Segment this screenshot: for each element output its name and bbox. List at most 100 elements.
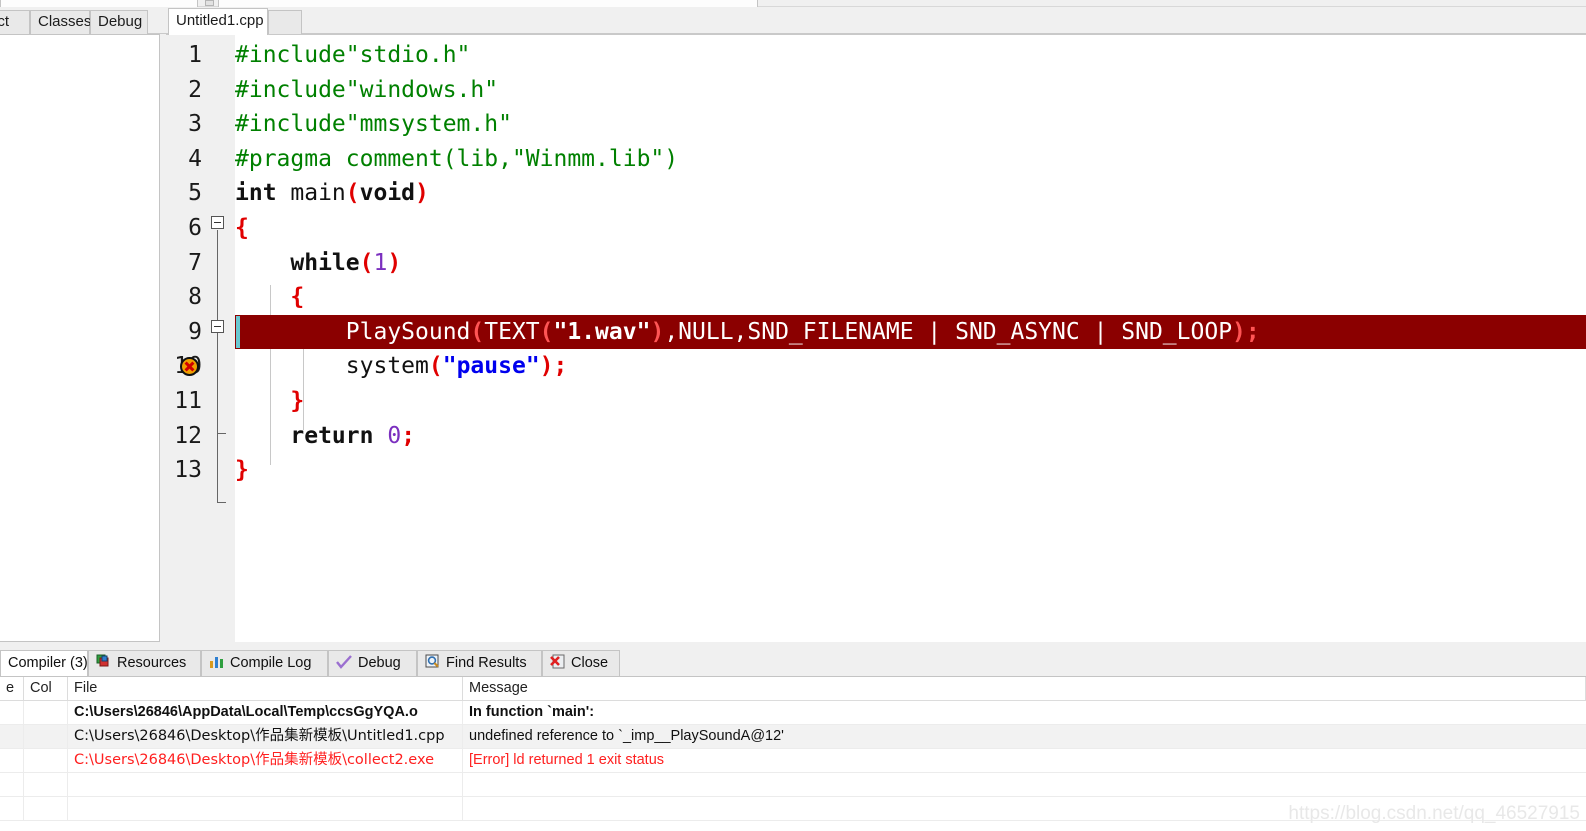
bottom-tab-resources[interactable]: Resources	[88, 650, 201, 676]
code-text[interactable]: #include"stdio.h"	[235, 38, 470, 73]
code-line[interactable]: 2 #include"windows.h"	[166, 73, 1586, 108]
tab-stub[interactable]	[268, 10, 302, 34]
bottom-tab-debug[interactable]: Debug	[328, 650, 417, 676]
code-token: ;	[401, 422, 416, 449]
code-line[interactable]: 5 int main(void)	[166, 176, 1586, 211]
code-text[interactable]: PlaySound(TEXT("1.wav"),NULL,SND_FILENAM…	[235, 315, 1260, 350]
code-text[interactable]: return 0;	[235, 419, 415, 454]
code-text[interactable]: }	[235, 453, 249, 488]
tab-project[interactable]: ect	[0, 10, 30, 34]
line-number: 13	[174, 457, 202, 484]
line-number: 5	[188, 180, 202, 207]
toolbar-grip[interactable]	[205, 0, 214, 6]
toolbar-group-right	[218, 0, 758, 7]
cell-message	[463, 773, 1586, 797]
line-number: 12	[174, 422, 202, 449]
code-token: (	[428, 353, 443, 380]
code-token: TEXT	[484, 318, 540, 345]
table-row[interactable]	[0, 773, 1586, 797]
code-token: {	[235, 215, 249, 241]
code-text[interactable]: while(1)	[235, 246, 401, 281]
code-token: void	[359, 180, 416, 207]
cell-col	[24, 701, 68, 725]
cell-line	[0, 701, 24, 725]
code-text[interactable]: }	[235, 384, 304, 419]
editor-tabstrip: ect Classes Debug Untitled1.cpp	[0, 7, 1586, 35]
code-token: );	[539, 353, 568, 380]
code-line[interactable]: 13}	[166, 453, 1586, 488]
code-token: "1.wav"	[553, 318, 651, 345]
column-header-e[interactable]: e	[0, 677, 24, 701]
cell-file	[68, 773, 463, 797]
code-token: "pause"	[442, 353, 540, 380]
code-line[interactable]: 12 return 0;	[166, 419, 1586, 454]
code-line[interactable]: 10 system("pause");	[166, 349, 1586, 384]
code-token: }	[235, 388, 305, 414]
code-text[interactable]: #pragma comment(lib,"Winmm.lib")	[235, 142, 678, 177]
code-line[interactable]: 6{	[166, 211, 1586, 246]
code-line[interactable]: 4 #pragma comment(lib,"Winmm.lib")	[166, 142, 1586, 177]
bottom-tab-find-results[interactable]: Find Results	[417, 650, 542, 676]
table-row[interactable]: C:\Users\26846\Desktop\作品集新模板\collect2.e…	[0, 749, 1586, 773]
bottom-tabstrip[interactable]: Compiler (3) Resources Compile Log Debug Fin…	[0, 650, 1586, 676]
bottom-tab-label: Compile Log	[230, 655, 312, 671]
watermark: https://blog.csdn.net/qq_46527915	[1288, 803, 1580, 824]
code-text[interactable]: {	[235, 280, 304, 315]
code-line[interactable]: 7 while(1)	[166, 246, 1586, 281]
bottom-tab-close[interactable]: Close	[542, 650, 620, 676]
line-number: 9	[188, 318, 202, 345]
project-panel[interactable]	[0, 34, 160, 642]
code-token: )	[650, 318, 665, 345]
code-token: (	[345, 180, 360, 207]
cell-line	[0, 749, 24, 773]
cell-col	[24, 749, 68, 773]
cell-file: C:\Users\26846\AppData\Local\Temp\ccsGgY…	[68, 701, 463, 725]
code-line[interactable]: 11 }	[166, 384, 1586, 419]
line-number: 11	[174, 388, 202, 414]
code-token: );	[1232, 318, 1260, 345]
cell-message: undefined reference to `_imp__PlaySoundA…	[469, 728, 784, 744]
code-editor[interactable]: 1 #include"stdio.h" 2 #include"windows.h" 3 #…	[166, 34, 1586, 642]
code-line-list[interactable]: 1 #include"stdio.h" 2 #include"windows.h" 3 #…	[166, 35, 1586, 642]
code-line[interactable]: 1 #include"stdio.h"	[166, 38, 1586, 73]
code-token: )	[415, 180, 429, 207]
column-header-message[interactable]: Message	[463, 677, 1586, 701]
code-token: (	[359, 249, 374, 276]
find-results-icon	[425, 654, 441, 678]
toolbar-sliver	[0, 0, 1586, 7]
cell-line	[0, 773, 24, 797]
code-token: PlaySound	[235, 318, 471, 345]
code-token: #include"mmsystem.h"	[235, 111, 512, 138]
table-row[interactable]: C:\Users\26846\AppData\Local\Temp\ccsGgY…	[0, 701, 1586, 725]
column-header-file[interactable]: File	[68, 677, 463, 701]
tab-untitled1-cpp[interactable]: Untitled1.cpp	[168, 8, 268, 35]
code-line[interactable]: 9 PlaySound(TEXT("1.wav"),NULL,SND_FILEN…	[166, 314, 1586, 350]
bottom-tab-compile-log[interactable]: Compile Log	[201, 650, 328, 676]
code-token: )	[387, 249, 402, 276]
tab-debug[interactable]: Debug	[90, 10, 148, 34]
code-text[interactable]: #include"windows.h"	[235, 73, 498, 108]
table-row[interactable]: C:\Users\26846\Desktop\作品集新模板\Untitled1.…	[0, 725, 1586, 749]
code-token: ,NULL,SND_FILENAME | SND_ASYNC | SND_LOO…	[664, 318, 1233, 345]
code-token: while	[235, 249, 360, 276]
column-header-col[interactable]: Col	[24, 677, 68, 701]
tab-classes[interactable]: Classes	[30, 10, 91, 34]
code-token: #include"stdio.h"	[235, 42, 471, 68]
cell-message: In function `main':	[469, 704, 595, 720]
line-number: 4	[188, 145, 202, 172]
code-token: (	[539, 318, 554, 345]
code-line[interactable]: 8 {	[166, 280, 1586, 315]
bottom-tab-compiler-3[interactable]: Compiler (3)	[0, 650, 88, 676]
code-line[interactable]: 3 #include"mmsystem.h"	[166, 107, 1586, 142]
error-badge-icon[interactable]	[180, 357, 199, 376]
code-text[interactable]: #include"mmsystem.h"	[235, 107, 512, 142]
code-token: return	[235, 422, 388, 449]
code-text[interactable]: int main(void)	[235, 176, 429, 211]
cell-col	[24, 773, 68, 797]
line-number: 7	[188, 249, 202, 276]
code-token: system	[235, 353, 429, 380]
code-text[interactable]: {	[235, 211, 249, 246]
code-text[interactable]: system("pause");	[235, 349, 568, 384]
close-icon	[550, 654, 566, 678]
bottom-tab-label: Resources	[117, 655, 187, 671]
